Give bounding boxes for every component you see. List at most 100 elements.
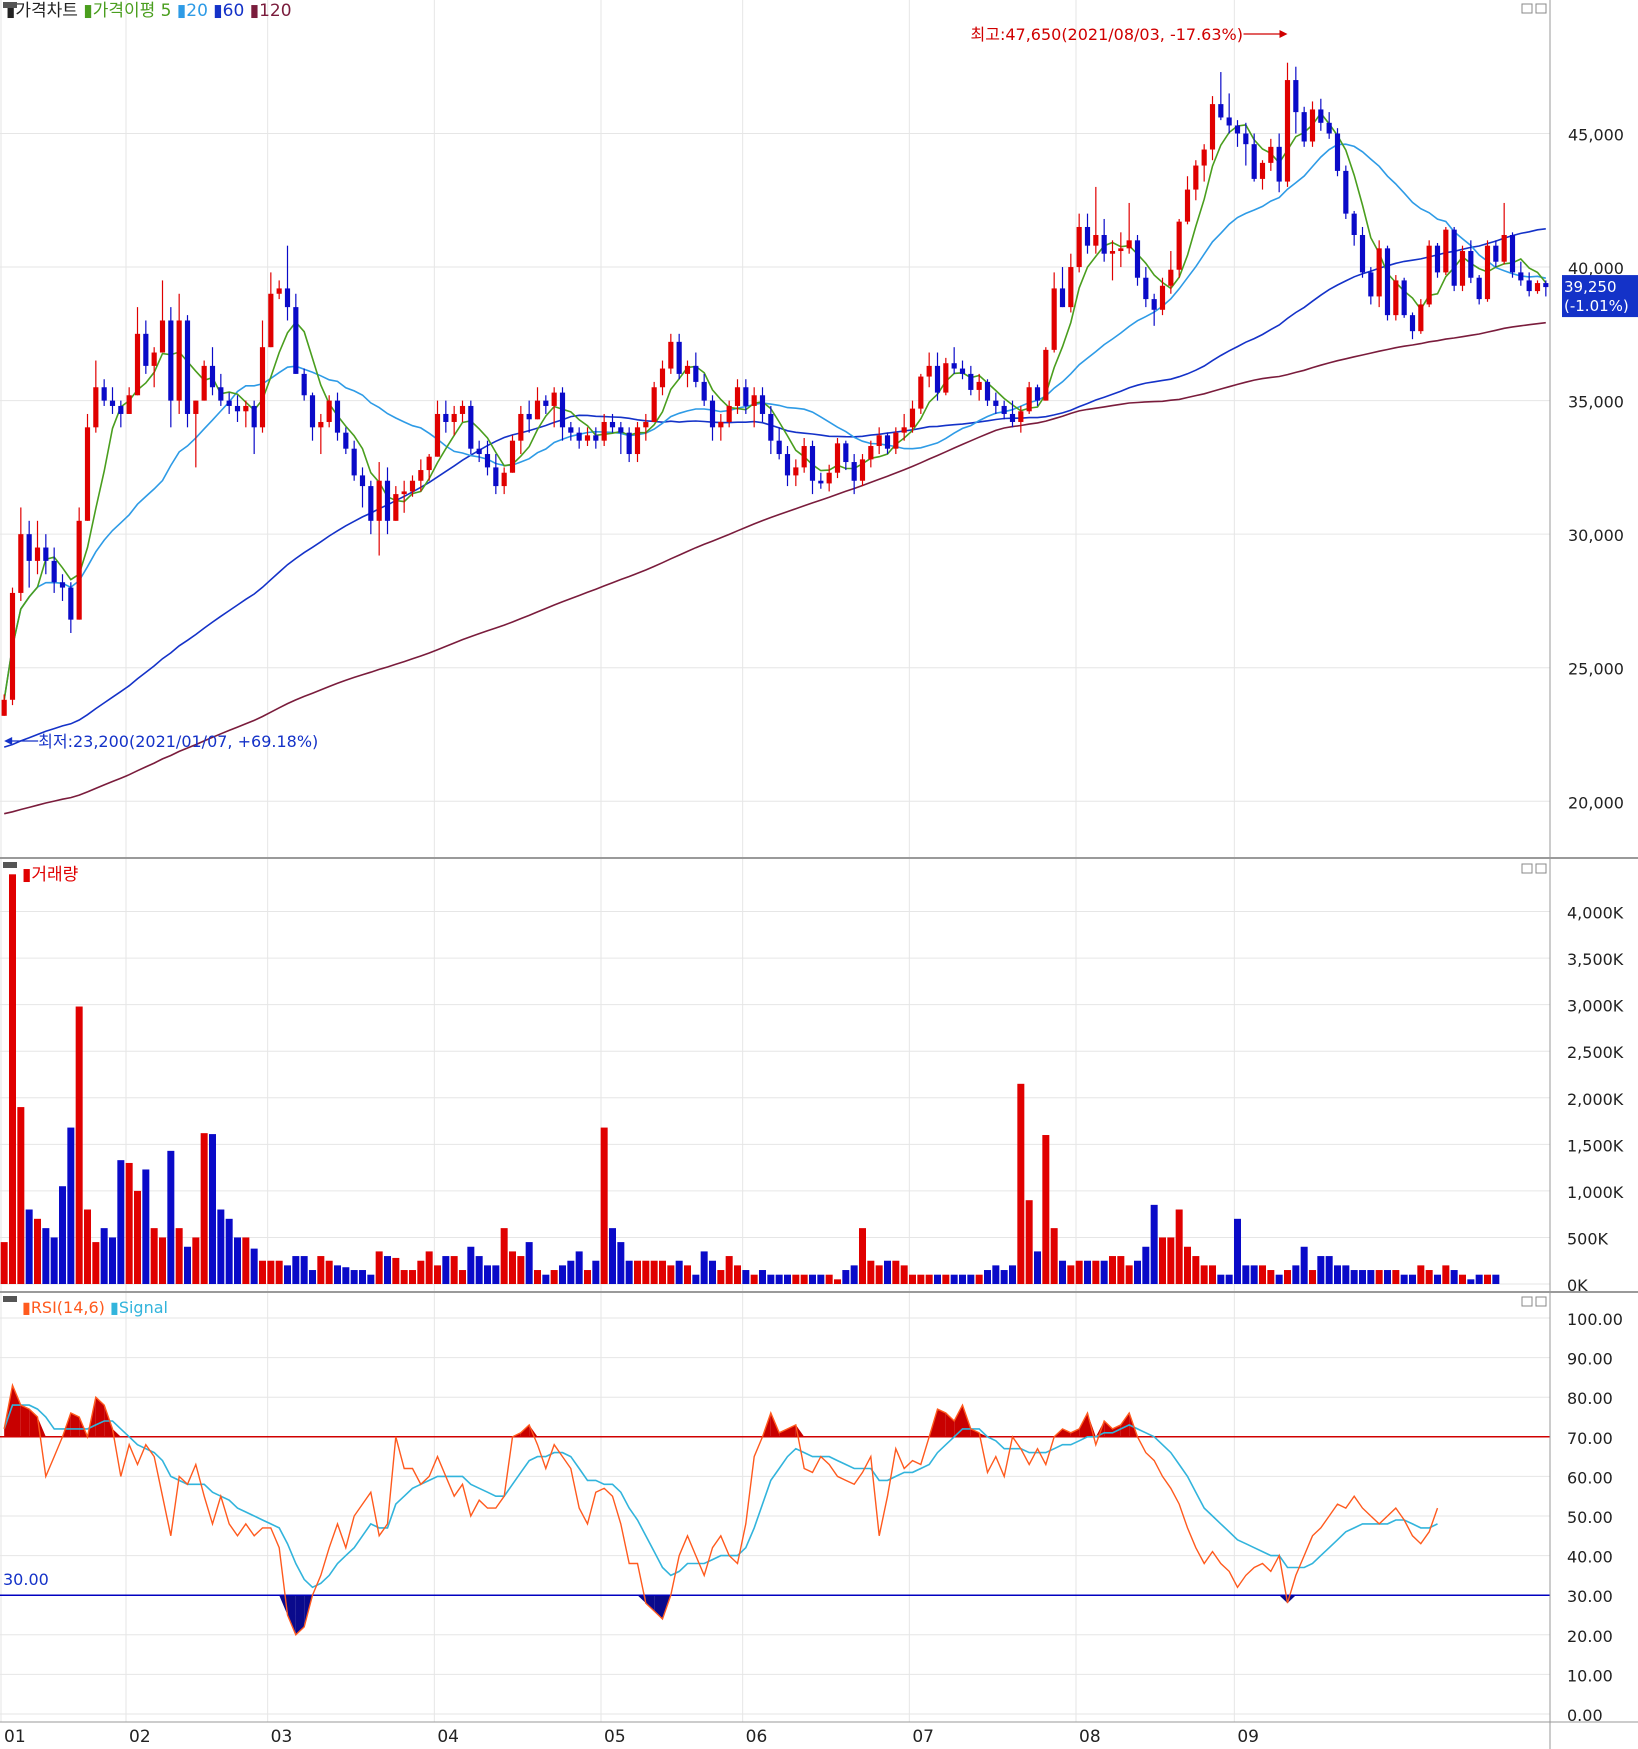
volume-bar [550, 1270, 558, 1284]
volume-bar [1400, 1274, 1408, 1284]
volume-bar [342, 1267, 350, 1284]
candle-body [418, 470, 424, 481]
candle-body [951, 363, 957, 369]
volume-bar [125, 1162, 133, 1284]
price-tick-label: 35,000 [1568, 393, 1624, 412]
panel-minimize-icon[interactable] [1521, 1296, 1533, 1307]
volume-tick-label: 2,000K [1567, 1090, 1624, 1109]
rsi-overbought-fill [20, 1405, 30, 1437]
volume-bar [1025, 1200, 1033, 1284]
candle-body [476, 448, 482, 455]
panel-close-icon[interactable] [1535, 863, 1547, 874]
volume-bar [1009, 1265, 1016, 1284]
candle-body [43, 547, 49, 561]
candle-body [1493, 245, 1499, 262]
volume-bar [1217, 1274, 1225, 1284]
panel-close-icon[interactable] [1535, 3, 1547, 14]
volume-bar [275, 1260, 283, 1284]
volume-bar [817, 1274, 825, 1284]
candle-body [718, 421, 724, 428]
panel-close-icon[interactable] [1535, 1296, 1547, 1307]
x-tick-label: 05 [604, 1727, 626, 1747]
volume-bar [1017, 1083, 1025, 1284]
volume-bar [475, 1256, 483, 1284]
price-panel-header: ▮가격차트 ▮가격이평 5 ▮20 ▮60 ▮120 [6, 1, 292, 21]
volume-bar [875, 1265, 883, 1284]
candle-body [1268, 146, 1274, 163]
volume-bar [350, 1270, 358, 1284]
volume-bar [1067, 1265, 1075, 1284]
candle-body [143, 333, 149, 366]
candle-body [1384, 248, 1391, 316]
candle-body [393, 494, 399, 521]
candle-body [701, 381, 707, 401]
volume-bar [317, 1256, 325, 1284]
volume-bar [17, 1107, 25, 1284]
volume-bar [1267, 1270, 1275, 1284]
x-tick-label: 07 [912, 1727, 934, 1747]
candle-body [976, 381, 982, 390]
candle-body [1401, 280, 1407, 316]
rsi-tick-label: 20.00 [1567, 1627, 1613, 1646]
panel-minimize-icon[interactable] [1521, 3, 1533, 14]
volume-bar [650, 1260, 658, 1284]
candle-body [443, 413, 449, 422]
candle-body [1218, 104, 1224, 118]
price-tick-label: 25,000 [1568, 660, 1624, 679]
candle-body [1093, 234, 1099, 246]
candle-body [434, 413, 441, 457]
candle-body [509, 440, 516, 473]
candle-body [1326, 122, 1332, 134]
volume-bar [1109, 1256, 1116, 1284]
candle-body [309, 395, 316, 428]
candle-body [1334, 133, 1341, 171]
volume-bar [609, 1228, 616, 1284]
volume-bar [92, 1242, 100, 1284]
volume-bar [809, 1274, 816, 1284]
candle-body [1176, 221, 1182, 270]
volume-tick-label: 3,500K [1567, 950, 1624, 969]
candle-body [459, 405, 466, 414]
candle-body [1143, 277, 1149, 300]
volume-bar [1384, 1270, 1391, 1284]
candle-body [676, 341, 682, 374]
volume-bar [117, 1160, 125, 1284]
candle-body [1393, 280, 1399, 316]
volume-bar [1284, 1270, 1291, 1284]
volume-bar [59, 1186, 66, 1284]
candle-body [34, 547, 41, 561]
volume-bar [75, 1006, 83, 1284]
volume-bar [217, 1209, 225, 1284]
stock-chart: 최고:47,650(2021/08/03, -17.63%) 최저:23,200(… [0, 0, 1638, 1749]
candle-body [551, 392, 557, 406]
volume-bar [292, 1256, 300, 1284]
candle-body [1534, 283, 1541, 292]
price-tick-label: 20,000 [1568, 793, 1624, 812]
volume-bar [909, 1274, 916, 1284]
volume-bar [734, 1265, 741, 1284]
candle-body [793, 467, 799, 476]
candle-body [568, 427, 574, 433]
candle-body [18, 534, 24, 593]
volume-bar [225, 1218, 233, 1284]
volume-bar [1467, 1279, 1475, 1284]
candle-body [1084, 226, 1091, 246]
candle-body [109, 400, 116, 406]
volume-bar [1100, 1260, 1108, 1284]
candle-body [251, 405, 257, 428]
candle-body [1376, 248, 1382, 297]
volume-bar [1425, 1270, 1433, 1284]
candle-body [576, 432, 582, 441]
candle-body [1443, 229, 1449, 273]
volume-bar [1234, 1218, 1241, 1284]
current-price: 39,250 [1564, 278, 1617, 296]
candle-body [834, 443, 841, 473]
candle-body [1051, 288, 1057, 350]
candle-body [59, 582, 66, 588]
volume-bar [567, 1260, 575, 1284]
candle-body [609, 421, 616, 428]
volume-bar [942, 1274, 950, 1284]
volume-bar [1375, 1270, 1383, 1284]
volume-bar [1309, 1270, 1316, 1284]
panel-minimize-icon[interactable] [1521, 863, 1533, 874]
